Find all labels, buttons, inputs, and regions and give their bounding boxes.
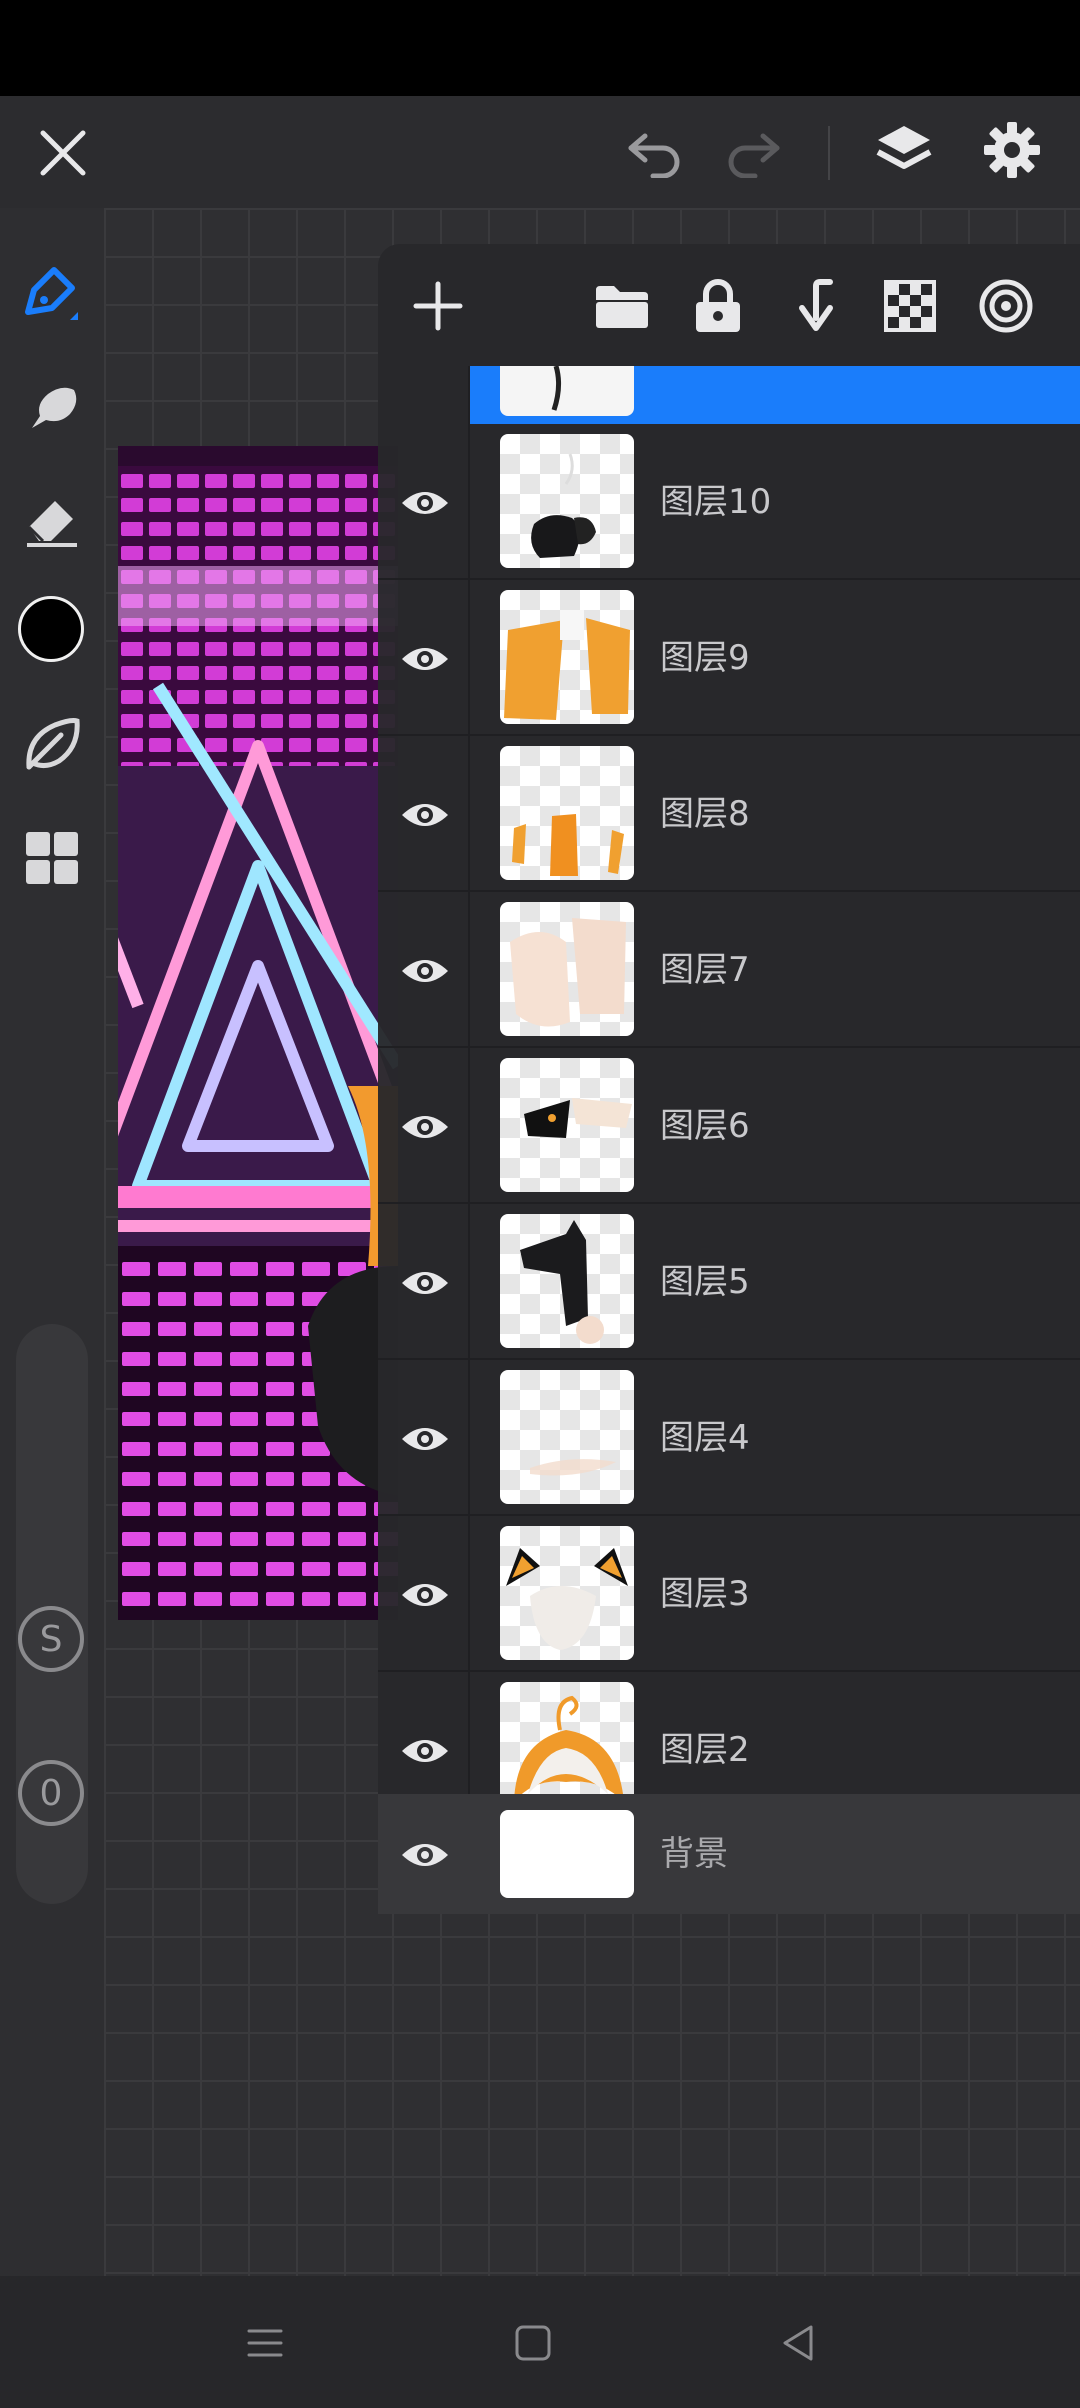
undo-icon[interactable] bbox=[620, 118, 690, 188]
layers-panel-toolbar bbox=[378, 244, 1080, 366]
layer-row[interactable]: 图层9 bbox=[378, 580, 1080, 736]
layer-name: 图层4 bbox=[660, 1418, 750, 1458]
layer-name: 背景 bbox=[660, 1834, 728, 1874]
eye-icon[interactable] bbox=[398, 1568, 452, 1622]
layers-panel: 图层10 图层9 图层8 图层7 图层6 图层5 图层4 图层3 图层2 背景 bbox=[378, 244, 1080, 1914]
layer-name: 图层3 bbox=[660, 1574, 750, 1614]
layer-name: 图层8 bbox=[660, 794, 750, 834]
eye-icon[interactable] bbox=[398, 632, 452, 686]
opacity-indicator: 0 bbox=[18, 1760, 84, 1826]
background-thumbnail bbox=[500, 1810, 634, 1898]
layer-name: 图层7 bbox=[660, 950, 750, 990]
smudge-tool-icon[interactable] bbox=[14, 368, 90, 444]
layer-thumbnail bbox=[500, 434, 634, 568]
layer-row[interactable]: 图层4 bbox=[378, 1360, 1080, 1516]
close-icon[interactable] bbox=[28, 118, 98, 188]
layer-row[interactable]: 图层5 bbox=[378, 1204, 1080, 1360]
layer-name: 图层10 bbox=[660, 482, 772, 522]
eye-icon[interactable] bbox=[398, 476, 452, 530]
layer-thumbnail bbox=[500, 902, 634, 1036]
color-swatch[interactable] bbox=[18, 596, 84, 662]
eye-icon[interactable] bbox=[398, 944, 452, 998]
eye-icon[interactable] bbox=[398, 1100, 452, 1154]
layer-row[interactable]: 图层8 bbox=[378, 736, 1080, 892]
layer-name: 图层6 bbox=[660, 1106, 750, 1146]
redo-icon[interactable] bbox=[718, 118, 788, 188]
home-icon[interactable] bbox=[502, 2312, 564, 2374]
eye-icon[interactable] bbox=[398, 788, 452, 842]
layer-row[interactable]: 图层3 bbox=[378, 1516, 1080, 1672]
layer-name: 图层5 bbox=[660, 1262, 750, 1302]
background-layer-row[interactable]: 背景 bbox=[378, 1794, 1080, 1914]
size-indicator: S bbox=[18, 1606, 84, 1672]
app-root: S 0 图层10 图层9 图层8 图层7 图层6 图层5 图层4 图层3 图层2… bbox=[0, 0, 1080, 2408]
grid-tools-icon[interactable] bbox=[14, 820, 90, 896]
folder-icon[interactable] bbox=[590, 274, 654, 338]
artwork-preview bbox=[118, 446, 398, 1620]
checkerboard-icon[interactable] bbox=[878, 274, 942, 338]
eraser-tool-icon[interactable] bbox=[14, 480, 90, 556]
left-toolbar: S 0 bbox=[0, 208, 104, 2276]
menu-icon[interactable] bbox=[234, 2312, 296, 2374]
layer-name: 图层2 bbox=[660, 1730, 750, 1770]
merge-down-icon[interactable] bbox=[782, 274, 846, 338]
layer-name: 图层9 bbox=[660, 638, 750, 678]
eye-icon[interactable] bbox=[398, 1256, 452, 1310]
status-bar bbox=[0, 0, 1080, 96]
leaf-brush-icon[interactable] bbox=[14, 706, 90, 782]
pen-tool-icon[interactable] bbox=[14, 254, 90, 330]
layer-thumbnail bbox=[500, 1058, 634, 1192]
lock-icon[interactable] bbox=[686, 274, 750, 338]
add-layer-icon[interactable] bbox=[406, 274, 470, 338]
layer-thumbnail bbox=[500, 1370, 634, 1504]
selected-layer-thumbnail bbox=[500, 365, 634, 416]
toolbar-divider bbox=[828, 126, 830, 180]
back-icon[interactable] bbox=[768, 2312, 830, 2374]
eye-icon[interactable] bbox=[398, 1724, 452, 1778]
layer-thumbnail bbox=[500, 1214, 634, 1348]
layer-thumbnail bbox=[500, 590, 634, 724]
top-bar bbox=[0, 96, 1080, 208]
layer-row[interactable]: 图层10 bbox=[378, 424, 1080, 580]
eye-icon[interactable] bbox=[398, 1412, 452, 1466]
layer-row[interactable]: 图层7 bbox=[378, 892, 1080, 1048]
layer-row[interactable]: 图层6 bbox=[378, 1048, 1080, 1204]
layers-icon[interactable] bbox=[868, 114, 940, 186]
gear-icon[interactable] bbox=[976, 114, 1048, 186]
eye-icon[interactable] bbox=[398, 1828, 452, 1882]
target-icon[interactable] bbox=[974, 274, 1038, 338]
layer-thumbnail bbox=[500, 746, 634, 880]
layer-thumbnail bbox=[500, 1526, 634, 1660]
system-nav-bar bbox=[0, 2276, 1080, 2408]
